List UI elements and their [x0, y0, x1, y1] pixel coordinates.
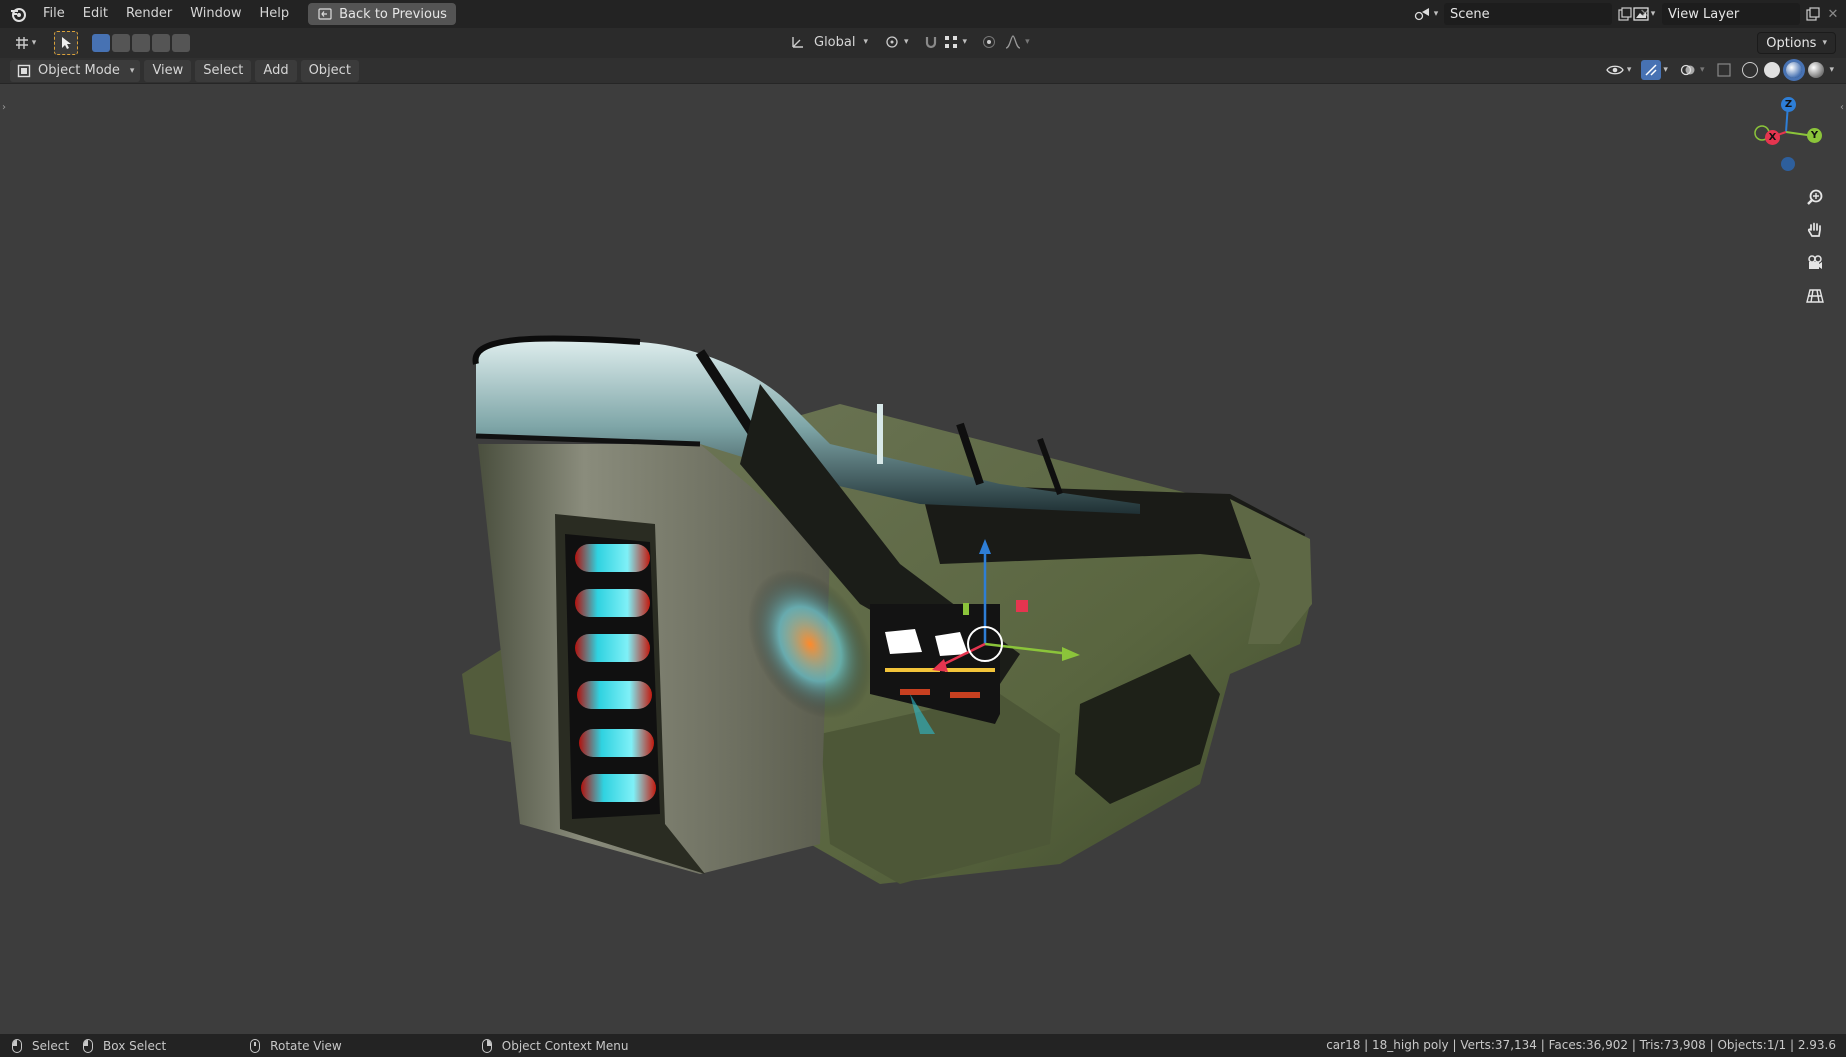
header-menu-select[interactable]: Select: [195, 59, 252, 82]
status-context-menu-label: Object Context Menu: [501, 1038, 629, 1053]
mouse-drag-icon: [83, 1038, 94, 1053]
object-mode-icon: [16, 61, 32, 81]
3d-viewport[interactable]: › ‹ Z Y X: [0, 84, 1846, 1034]
3d-model-car18[interactable]: [0, 84, 1846, 1034]
blender-logo-icon[interactable]: [8, 4, 28, 24]
grid-icon: [1806, 287, 1824, 309]
perspective-toggle-button[interactable]: [1800, 283, 1830, 313]
wireframe-shading-icon[interactable]: [1742, 62, 1759, 78]
view-layer-field[interactable]: View Layer: [1662, 3, 1800, 25]
hand-icon: [1806, 221, 1824, 243]
scene-icon[interactable]: ▾: [1412, 4, 1440, 24]
back-to-previous-label: Back to Previous: [339, 6, 447, 22]
header-menu-object[interactable]: Object: [300, 59, 359, 82]
falloff-icon[interactable]: [1003, 32, 1023, 52]
transform-orientation-icon: [788, 32, 808, 52]
camera-view-button[interactable]: [1800, 250, 1830, 280]
back-icon: [317, 4, 333, 24]
status-box-select-label: Box Select: [103, 1038, 167, 1053]
mouse-left-icon: [12, 1038, 22, 1053]
menu-help[interactable]: Help: [251, 2, 299, 26]
menu-window[interactable]: Window: [181, 2, 250, 26]
mode-dropdown[interactable]: Object Mode ▾: [10, 59, 141, 82]
header-menu-add[interactable]: Add: [255, 59, 297, 82]
xray-icon[interactable]: [1714, 60, 1734, 80]
visibility-icon[interactable]: [1605, 60, 1625, 80]
transform-orientation-dropdown[interactable]: Global: [814, 35, 855, 50]
material-shading-icon[interactable]: [1786, 62, 1803, 78]
solid-shading-icon[interactable]: [1764, 62, 1781, 78]
proportional-edit-icon[interactable]: [979, 32, 999, 52]
selection-mode-group: [92, 34, 192, 52]
view-layer-name: View Layer: [1668, 6, 1740, 22]
scene-field[interactable]: Scene: [1444, 3, 1612, 25]
rendered-shading-icon[interactable]: [1808, 62, 1825, 78]
status-select: Select: [12, 1038, 70, 1053]
menu-edit[interactable]: Edit: [74, 2, 117, 26]
select-mode-intersect[interactable]: [172, 34, 190, 52]
menu-file[interactable]: File: [34, 2, 74, 26]
remove-view-layer-icon[interactable]: ✕: [1823, 4, 1843, 24]
view-layer-icon[interactable]: ▾: [1630, 4, 1658, 24]
options-label: Options: [1766, 35, 1817, 51]
editor-type-icon[interactable]: ▾: [10, 33, 40, 53]
status-box-select: Box Select: [83, 1038, 167, 1053]
mouse-middle-icon: [250, 1038, 261, 1053]
options-button[interactable]: Options ▾: [1757, 32, 1836, 54]
snap-target-icon[interactable]: [941, 32, 961, 52]
snap-icon[interactable]: [921, 32, 941, 52]
back-to-previous-button[interactable]: Back to Previous: [308, 3, 456, 25]
select-mode-invert[interactable]: [152, 34, 170, 52]
gizmo-toggle-icon[interactable]: [1641, 60, 1662, 80]
pan-button[interactable]: [1800, 217, 1830, 247]
gizmo-axis-y[interactable]: Y: [1807, 128, 1822, 143]
mouse-right-icon: [481, 1038, 492, 1053]
cursor-icon[interactable]: [54, 31, 78, 55]
header-menu-view[interactable]: View: [144, 59, 192, 82]
mode-label: Object Mode: [38, 62, 120, 78]
gizmo-axis-z[interactable]: Z: [1781, 97, 1796, 112]
zoom-icon: [1806, 188, 1824, 210]
scene-statistics: car18 | 18_high poly | Verts:37,134 | Fa…: [1326, 1038, 1836, 1052]
viewport-header: Object Mode ▾ View Select Add Object ▾ ▾…: [0, 58, 1846, 84]
camera-icon: [1806, 254, 1824, 276]
shading-options-chevron[interactable]: ▾: [1829, 65, 1834, 75]
select-mode-extend[interactable]: [112, 34, 130, 52]
tool-settings-bar: ▾ Global ▾ ▾ ▾ ▾ Options ▾: [0, 28, 1846, 58]
status-context-menu: Object Context Menu: [481, 1038, 629, 1053]
scene-name: Scene: [1450, 6, 1490, 22]
menu-render[interactable]: Render: [117, 2, 181, 26]
new-view-layer-icon[interactable]: [1803, 4, 1823, 24]
pivot-point-icon[interactable]: [882, 32, 902, 52]
status-rotate-view-label: Rotate View: [270, 1038, 342, 1053]
status-bar: Select Box Select Rotate View Object Con…: [0, 1034, 1846, 1057]
status-select-label: Select: [32, 1038, 70, 1053]
navigation-gizmo[interactable]: Z Y X: [1746, 94, 1826, 174]
status-rotate-view: Rotate View: [250, 1038, 342, 1053]
zoom-button[interactable]: [1800, 184, 1830, 214]
select-mode-new[interactable]: [92, 34, 110, 52]
top-bar: File Edit Render Window Help Back to Pre…: [0, 0, 1846, 28]
select-mode-subtract[interactable]: [132, 34, 150, 52]
overlays-icon[interactable]: [1678, 60, 1698, 80]
gizmo-axis-x[interactable]: X: [1765, 130, 1780, 145]
